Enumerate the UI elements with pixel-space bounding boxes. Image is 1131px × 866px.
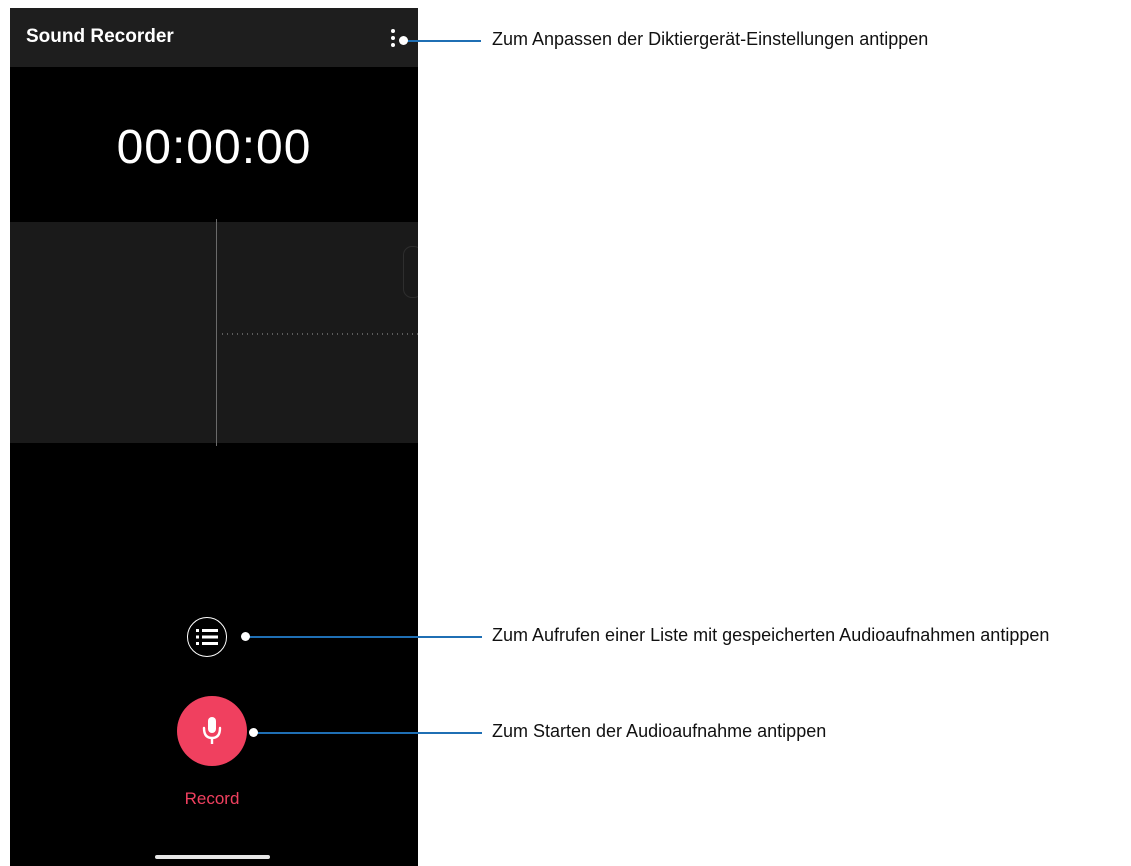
callout-record-text: Zum Starten der Audioaufnahme antippen <box>492 721 827 741</box>
recording-timer: 00:00:00 <box>116 121 312 174</box>
app-title: Sound Recorder <box>26 26 174 47</box>
callout-settings-text: Zum Anpassen der Diktiergerät-Einstellun… <box>492 29 929 49</box>
edge-panel-handle[interactable] <box>403 246 418 298</box>
waveform-area <box>10 219 418 446</box>
callout-dot-list <box>241 632 250 641</box>
callout-leader-list <box>248 636 482 638</box>
callout-dot-settings <box>399 36 408 45</box>
callout-leader-settings <box>406 40 481 42</box>
callout-dot-record <box>249 728 258 737</box>
callout-leader-record <box>256 732 482 734</box>
phone-screen: Sound Recorder 00:00:00 Record <box>10 8 418 866</box>
app-bar: Sound Recorder <box>10 8 418 67</box>
record-label[interactable]: Record <box>162 789 262 809</box>
recordings-list-button[interactable] <box>187 617 227 657</box>
more-options-button[interactable] <box>386 25 400 51</box>
callout-list-text: Zum Aufrufen einer Liste mit gespeichert… <box>492 625 1050 645</box>
waveform-baseline <box>222 333 418 335</box>
record-button[interactable] <box>177 696 247 766</box>
playhead-line <box>216 219 217 446</box>
home-indicator[interactable] <box>155 855 270 859</box>
